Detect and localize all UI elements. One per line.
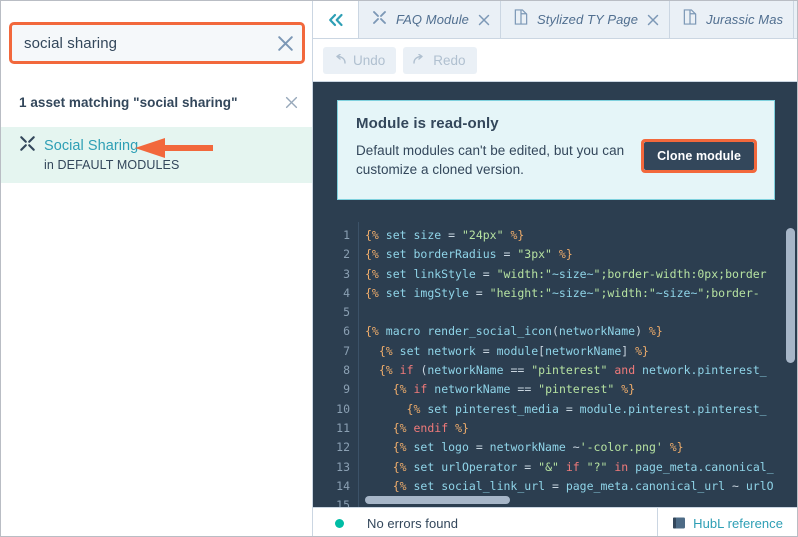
code-text[interactable]: {% set size = "24px" %}{% set borderRadi…: [360, 222, 798, 507]
banner-title: Module is read-only: [356, 115, 756, 132]
line-number: 8: [313, 361, 358, 380]
result-title: Social Sharing: [44, 138, 138, 154]
redo-label: Redo: [433, 53, 465, 68]
redo-arrow-icon: [412, 54, 427, 66]
code-view: 123456789101112131415 {% set size = "24p…: [313, 222, 798, 507]
editor-status-bar: No errors found HubL reference: [313, 507, 798, 537]
result-title-line: Social Sharing: [19, 135, 312, 157]
editor-panel: FAQ Module Stylized TY Page: [313, 1, 798, 537]
undo-button[interactable]: Undo: [323, 47, 396, 74]
page-document-icon: [683, 9, 697, 30]
line-number: 9: [313, 380, 358, 399]
line-number: 14: [313, 477, 358, 496]
tab-jurassic-mas[interactable]: Jurassic Mas: [670, 1, 794, 38]
search-clear-icon[interactable]: [268, 25, 302, 61]
undo-arrow-icon: [332, 54, 347, 66]
code-line: {% set network = module[networkName] %}: [360, 342, 798, 361]
code-line: {% set social_link_url = page_meta.canon…: [360, 477, 798, 496]
readonly-banner: Module is read-only Default modules can'…: [337, 100, 775, 200]
line-number: 6: [313, 322, 358, 341]
banner-body: Default modules can't be edited, but you…: [356, 141, 626, 179]
code-line: {% set logo = networkName ~'-color.png' …: [360, 438, 798, 457]
code-line: {% set linkStyle = "width:"~size~";borde…: [360, 265, 798, 284]
code-line: {% if networkName == "pinterest" %}: [360, 380, 798, 399]
module-tools-icon: [19, 135, 36, 157]
code-editor-area: Module is read-only Default modules can'…: [313, 82, 798, 507]
code-line: {% set borderRadius = "3px" %}: [360, 245, 798, 264]
line-number: 1: [313, 226, 358, 245]
code-vertical-scrollbar[interactable]: [786, 228, 795, 363]
result-subtitle: in DEFAULT MODULES: [44, 158, 312, 172]
tab-label: FAQ Module: [396, 12, 469, 27]
results-header: 1 asset matching "social sharing": [1, 87, 312, 117]
page-document-icon: [514, 9, 528, 30]
tab-faq-module[interactable]: FAQ Module: [359, 1, 501, 38]
code-line: {% macro render_social_icon(networkName)…: [360, 322, 798, 341]
undo-label: Undo: [353, 53, 385, 68]
hubl-reference-link[interactable]: HubL reference: [657, 508, 798, 537]
clone-module-button[interactable]: Clone module: [644, 142, 754, 170]
code-horizontal-scrollbar[interactable]: [365, 496, 510, 504]
tab-label: Stylized TY Page: [537, 12, 638, 27]
tab-label: Jurassic Mas: [706, 12, 783, 27]
code-line: {% set size = "24px" %}: [360, 226, 798, 245]
module-tools-icon: [372, 10, 387, 30]
search-field-highlight: [9, 22, 305, 64]
results-dismiss-icon[interactable]: [285, 96, 298, 109]
line-number: 5: [313, 303, 358, 322]
collapse-sidebar-button[interactable]: [313, 1, 359, 38]
search-input[interactable]: [12, 35, 268, 52]
code-line: {% endif %}: [360, 419, 798, 438]
line-number: 12: [313, 438, 358, 457]
asset-search-panel: 1 asset matching "social sharing" Social…: [1, 1, 313, 537]
tab-close-icon[interactable]: [478, 14, 490, 26]
code-line: {% set pinterest_media = module.pinteres…: [360, 400, 798, 419]
status-message: No errors found: [367, 516, 458, 531]
redo-button[interactable]: Redo: [403, 47, 476, 74]
line-number: 4: [313, 284, 358, 303]
line-number: 11: [313, 419, 358, 438]
code-line: {% set imgStyle = "height:"~size~";width…: [360, 284, 798, 303]
tab-stylized-ty-page[interactable]: Stylized TY Page: [501, 1, 670, 38]
code-line: [360, 303, 798, 322]
code-line: {% if (networkName == "pinterest" and ne…: [360, 361, 798, 380]
clone-module-highlight: Clone module: [641, 139, 757, 173]
results-count-label: 1 asset matching "social sharing": [19, 95, 238, 110]
book-icon: [672, 516, 686, 530]
line-number: 10: [313, 400, 358, 419]
line-number: 3: [313, 265, 358, 284]
app-window: 1 asset matching "social sharing" Social…: [0, 0, 798, 537]
tab-close-icon[interactable]: [647, 14, 659, 26]
hubl-reference-label: HubL reference: [693, 516, 783, 531]
status-dot-green-icon: [335, 519, 344, 528]
editor-toolbar: Undo Redo: [313, 39, 798, 82]
chevron-double-left-icon: [327, 13, 344, 27]
line-number: 2: [313, 245, 358, 264]
code-line: {% set urlOperator = "&" if "?" in page_…: [360, 458, 798, 477]
line-number: 15: [313, 496, 358, 507]
line-number: 7: [313, 342, 358, 361]
tab-strip: FAQ Module Stylized TY Page: [313, 1, 798, 39]
line-number: 13: [313, 458, 358, 477]
list-item[interactable]: Social Sharing in DEFAULT MODULES: [1, 127, 312, 183]
line-number-gutter: 123456789101112131415: [313, 222, 359, 507]
